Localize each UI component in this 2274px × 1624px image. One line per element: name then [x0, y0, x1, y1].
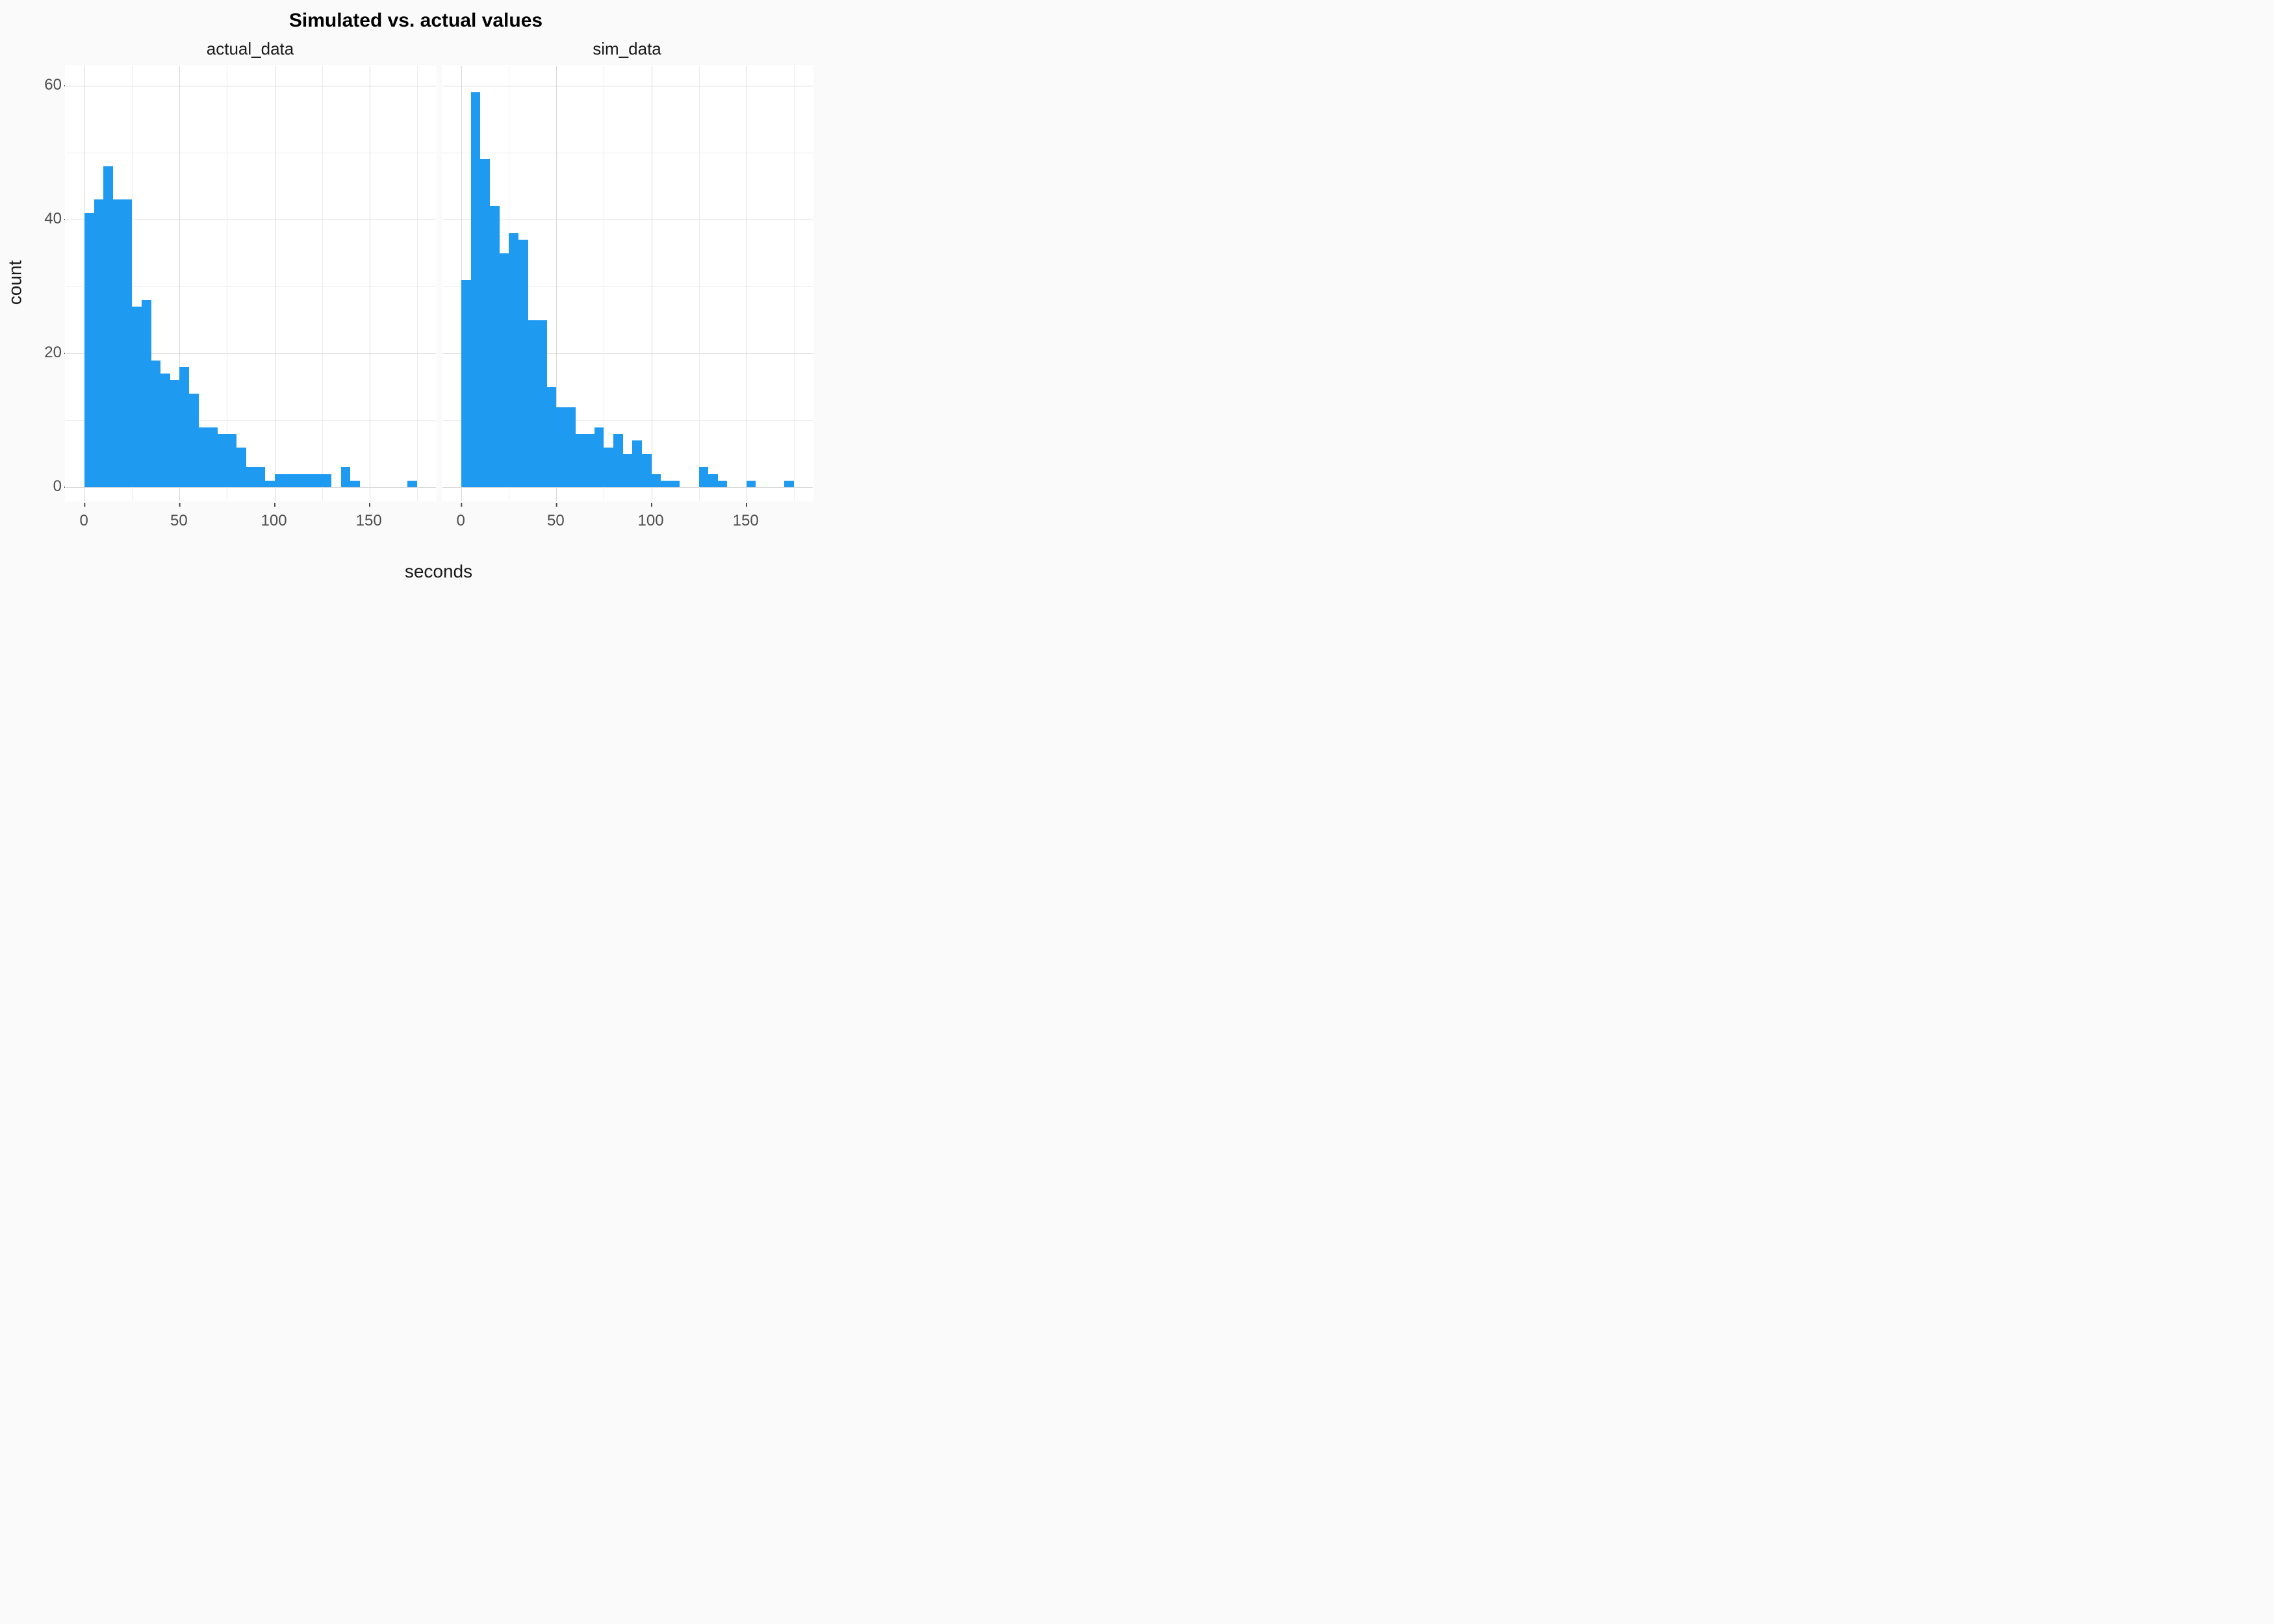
histogram-bar [632, 440, 642, 487]
gridline-v-minor [322, 66, 323, 501]
histogram-bar [189, 394, 199, 487]
gridline-v-minor [794, 66, 795, 501]
gridline-v-minor [417, 66, 418, 501]
y-axis-label-text: count [5, 260, 25, 305]
histogram-bar [528, 320, 538, 488]
gridline-h [66, 487, 436, 488]
x-axis-ticks-right: 050100150 [442, 507, 812, 526]
facet-label-actual: actual_data [65, 39, 435, 59]
y-tick-label: 20 [44, 344, 62, 362]
y-tick-label: 60 [44, 76, 62, 94]
histogram-bar [236, 448, 246, 488]
facet-label-sim: sim_data [442, 39, 812, 59]
histogram-bar [322, 474, 332, 488]
histogram-bar [103, 166, 113, 488]
y-axis-ticks: 0 20 40 60 [29, 65, 62, 500]
histogram-bar [699, 467, 709, 487]
histogram-bar [747, 481, 756, 487]
x-axis-label: seconds [65, 561, 812, 582]
histogram-bar [246, 467, 256, 487]
x-tick-label: 100 [638, 512, 664, 530]
histogram-bar [623, 454, 633, 488]
histogram-bar [708, 474, 718, 488]
histogram-bar [566, 407, 576, 488]
histogram-bar [208, 427, 218, 488]
histogram-bar [613, 434, 623, 487]
x-axis-ticks-left: 050100150 [65, 507, 435, 526]
histogram-bar [313, 474, 322, 488]
chart-title: Simulated vs. actual values [0, 10, 832, 32]
histogram-bar [480, 159, 490, 487]
histogram-bar [718, 481, 728, 487]
panel-actual [65, 65, 437, 501]
histogram-bar [471, 92, 481, 487]
panel-sim [442, 65, 813, 501]
histogram-bar [652, 474, 661, 488]
plot-area [65, 65, 812, 500]
histogram-bar [142, 300, 151, 488]
histogram-bar [94, 199, 104, 487]
histogram-bar [255, 467, 265, 487]
histogram-bar [518, 240, 528, 487]
histogram-bar [490, 206, 500, 487]
histogram-bar [160, 374, 170, 487]
histogram-bar [151, 361, 161, 488]
histogram-bar [275, 474, 285, 488]
y-tick-label: 40 [44, 210, 62, 228]
histogram-bar [132, 307, 142, 487]
x-tick-label: 100 [261, 512, 287, 530]
histogram-bar [84, 213, 94, 488]
histogram-bar [123, 199, 133, 487]
histogram-bar [341, 467, 351, 487]
histogram-bar [227, 434, 236, 487]
histogram-bar [537, 320, 547, 488]
histogram-bar [585, 434, 594, 487]
chart-container: Simulated vs. actual values actual_data … [0, 0, 832, 594]
gridline-v-minor [699, 66, 700, 501]
histogram-bar [350, 481, 360, 487]
histogram-bar [509, 233, 518, 488]
histogram-bar [461, 280, 471, 488]
histogram-bar [642, 454, 652, 488]
x-tick-label: 50 [170, 512, 188, 530]
histogram-bar [113, 199, 123, 487]
histogram-bar [594, 427, 604, 488]
histogram-bar [294, 474, 303, 488]
histogram-bar [303, 474, 313, 488]
histogram-bar [218, 434, 227, 487]
y-axis-label: count [5, 65, 25, 500]
histogram-bar [671, 481, 680, 487]
x-tick-label: 150 [356, 512, 382, 530]
histogram-bar [547, 387, 557, 488]
x-tick-label: 0 [457, 512, 465, 530]
histogram-bar [284, 474, 294, 488]
histogram-bar [407, 481, 417, 487]
histogram-bar [265, 481, 275, 487]
histogram-bar [604, 448, 613, 488]
histogram-bar [661, 481, 671, 487]
x-tick-label: 150 [733, 512, 759, 530]
gridline-h [442, 487, 813, 488]
histogram-bar [170, 380, 180, 487]
x-tick-label: 50 [547, 512, 565, 530]
histogram-bar [500, 253, 509, 488]
histogram-bar [784, 481, 794, 487]
histogram-bar [179, 367, 189, 488]
histogram-bar [199, 427, 209, 488]
histogram-bar [556, 407, 566, 488]
histogram-bar [576, 434, 585, 487]
y-tick-label: 0 [53, 477, 62, 496]
x-tick-label: 0 [80, 512, 88, 530]
